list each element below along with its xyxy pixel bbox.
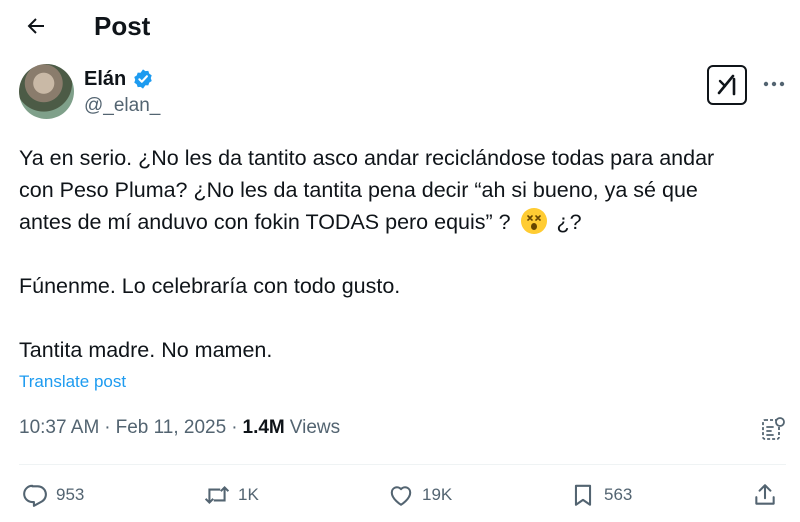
author-name-row[interactable]: Elán — [84, 66, 154, 92]
like-count: 19K — [422, 485, 453, 504]
repost-count: 1K — [238, 485, 259, 504]
tweet-line: Ya en serio. ¿No les da tantito asco and… — [19, 146, 715, 170]
analytics-icon — [762, 417, 785, 440]
bookmark-button[interactable]: 563 — [570, 482, 632, 508]
arrow-left-icon — [27, 18, 44, 34]
page-title: Post — [94, 11, 151, 41]
more-horizontal-icon — [763, 81, 785, 87]
back-button[interactable] — [18, 8, 54, 44]
verified-badge-icon — [134, 69, 152, 89]
reply-button[interactable]: 953 — [22, 482, 84, 508]
tweet-date[interactable]: Feb 11, 2025 — [116, 416, 227, 440]
tweet-line: Fúnenme. Lo celebraría con todo gusto. — [19, 274, 401, 298]
tweet-line: Tantita madre. No mamen. — [19, 338, 273, 362]
share-button[interactable] — [752, 482, 778, 508]
grok-button[interactable] — [707, 65, 747, 105]
divider — [19, 464, 786, 465]
more-options-button[interactable] — [760, 72, 788, 96]
author-handle[interactable]: @_elan_ — [84, 94, 160, 118]
share-icon — [755, 484, 775, 505]
repost-button[interactable]: 1K — [204, 482, 259, 508]
tweet-meta: 10:37 AM · Feb 11, 2025 · 1.4M Views — [19, 416, 340, 440]
meta-separator: · — [231, 417, 238, 438]
tweet-text: Ya en serio. ¿No les da tantito asco and… — [19, 142, 789, 366]
meta-separator: · — [104, 417, 111, 438]
heart-icon — [390, 486, 412, 506]
tweet-time[interactable]: 10:37 AM — [19, 416, 99, 440]
reply-icon — [23, 484, 47, 507]
views-count: 1.4M — [242, 417, 285, 438]
grok-icon — [717, 74, 736, 96]
tweet-line: con Peso Pluma? ¿No les da tantita pena … — [19, 178, 698, 202]
tweet-line: ¿? — [550, 210, 582, 234]
translate-post-link[interactable]: Translate post — [19, 371, 126, 393]
bookmark-icon — [574, 484, 592, 506]
bookmark-count: 563 — [604, 485, 633, 504]
repost-icon — [204, 485, 230, 505]
tweet-line: antes de mí anduvo con fokin TODAS pero … — [19, 210, 517, 234]
avatar[interactable] — [19, 64, 74, 119]
reply-count: 953 — [56, 485, 85, 504]
analytics-button[interactable] — [759, 415, 787, 443]
author-name[interactable]: Elán — [84, 66, 126, 92]
dizzy-face-emoji-icon — [520, 208, 547, 234]
views-label: Views — [289, 417, 341, 438]
like-button[interactable]: 19K — [388, 482, 452, 508]
